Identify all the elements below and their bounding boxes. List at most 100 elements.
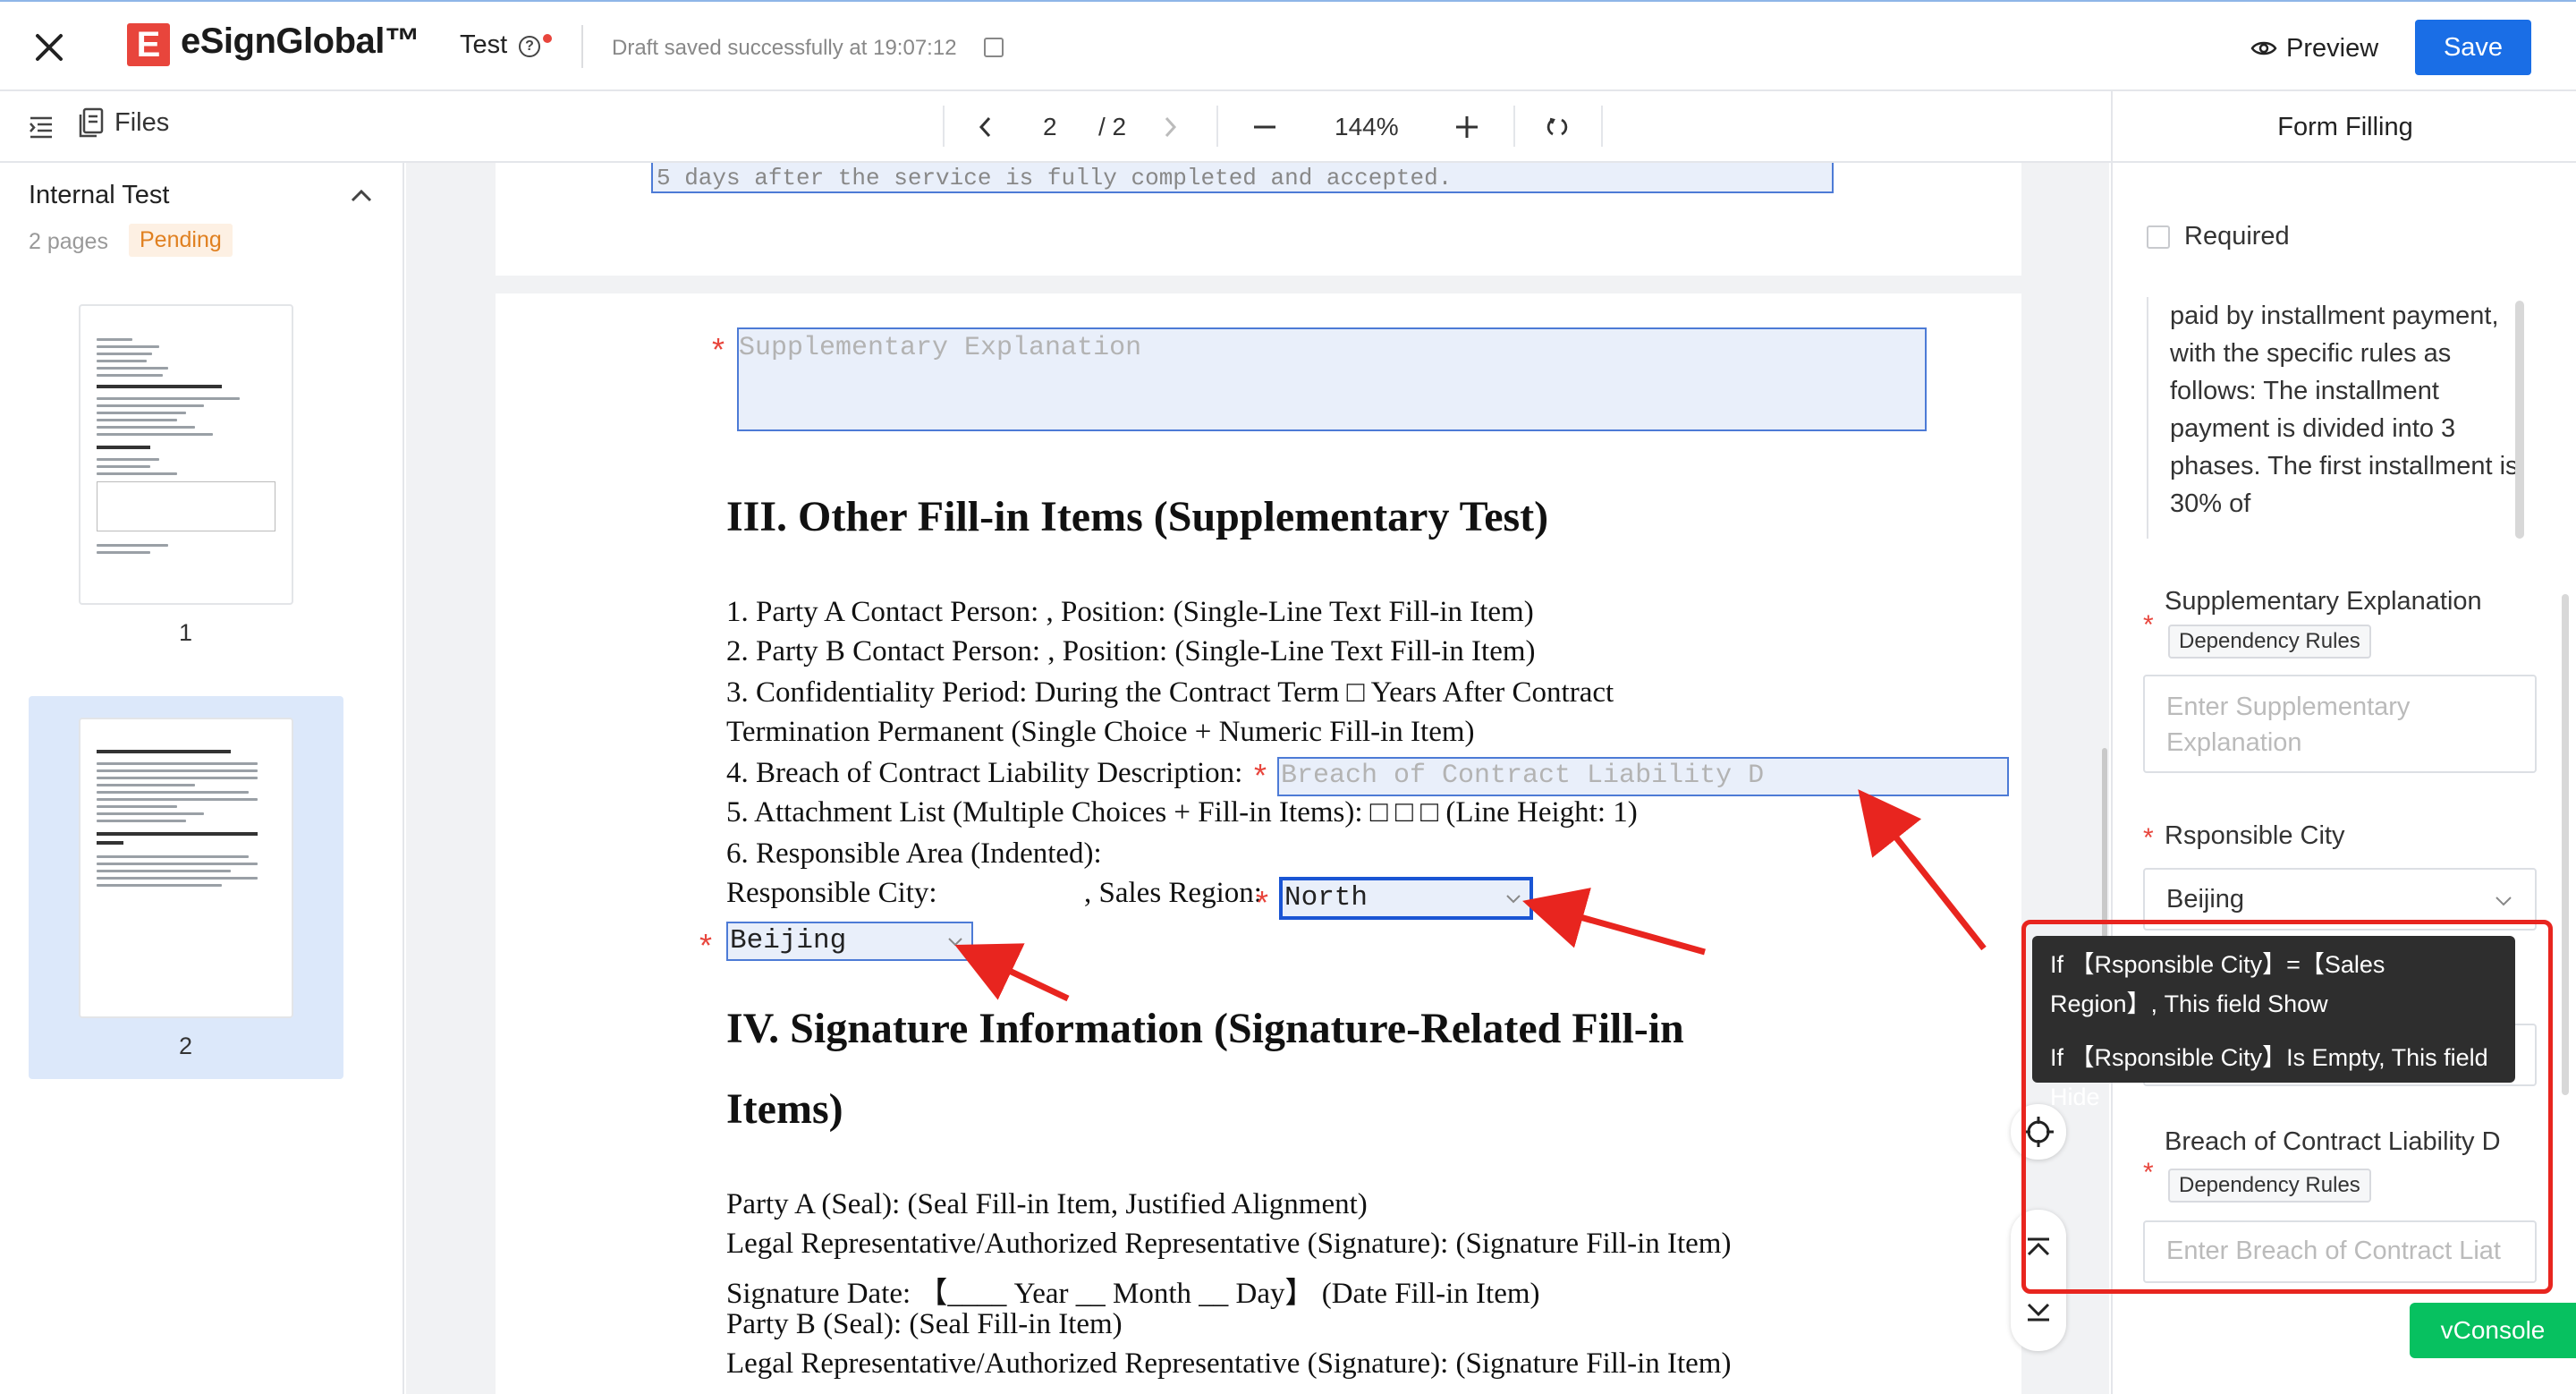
required-marker: *	[712, 331, 725, 368]
preview-label: Preview	[2286, 33, 2379, 63]
doc-line: Signature Date: 【____ Year __ Month __ D…	[726, 1278, 1540, 1310]
thumbnail-text-line	[97, 433, 213, 436]
city-label: Rsponsible City	[2165, 821, 2345, 850]
panel-title: Form Filling	[2113, 91, 2576, 163]
thumbnail-heading-line	[97, 446, 150, 449]
document-title[interactable]: Test	[460, 30, 507, 60]
required-marker: *	[1256, 884, 1269, 921]
section-heading: IV. Signature Information (Signature-Rel…	[726, 1005, 1684, 1052]
supplementary-label: Supplementary Explanation	[2165, 587, 2482, 616]
divider	[581, 25, 583, 68]
scroll-bottom-icon[interactable]	[2025, 1299, 2052, 1322]
dependency-rules-tag[interactable]: Dependency Rules	[2168, 625, 2371, 659]
required-marker: *	[699, 927, 713, 964]
chevron-left-icon[interactable]	[977, 115, 995, 140]
save-button[interactable]: Save	[2415, 20, 2531, 75]
page-number-input[interactable]: 2	[1043, 113, 1057, 141]
close-icon[interactable]	[30, 29, 68, 66]
rotate-icon[interactable]	[1546, 116, 1569, 138]
thumbnail-text-line	[97, 404, 204, 407]
chevron-down-icon	[948, 938, 962, 947]
eye-icon	[2250, 41, 2277, 55]
chevron-down-icon	[2496, 897, 2512, 906]
sales-region-select[interactable]: North	[1279, 877, 1533, 920]
brand-name: eSignGlobal™	[181, 21, 420, 61]
field-placeholder: Supplementary Explanation	[739, 333, 1142, 363]
thumbnail-text-line	[97, 784, 195, 786]
divider	[1601, 106, 1603, 147]
thumbnail-text-line	[97, 791, 249, 794]
doc-line: , Sales Region:	[1084, 877, 1262, 909]
document-scrollbar[interactable]	[2102, 748, 2107, 938]
city-select-value: Beijing	[2166, 885, 2245, 914]
brand-logo-icon: E	[127, 23, 170, 66]
chevron-down-icon	[1506, 895, 1521, 904]
page-total: / 2	[1098, 113, 1127, 140]
doc-line: Party B (Seal): (Seal Fill-in Item)	[726, 1308, 1123, 1340]
thumbnail-text-line	[97, 374, 163, 377]
preview-button[interactable]: Preview	[2250, 29, 2378, 68]
notification-dot	[543, 34, 552, 43]
thumbnail-text-line	[97, 798, 258, 801]
supplementary-input[interactable]: Enter Supplementary Explanation	[2143, 675, 2537, 773]
divider	[943, 106, 945, 147]
panel-outer-scrollbar[interactable]	[2562, 594, 2569, 1095]
thumbnail-text-line	[97, 551, 150, 554]
thumbnail-text-line	[97, 345, 159, 348]
thumbnail-text-line	[97, 397, 240, 400]
zoom-in-icon[interactable]	[1454, 115, 1479, 140]
field-content-preview: paid by installment payment, with the sp…	[2147, 297, 2533, 539]
page-thumbnail-label: 2	[179, 1033, 193, 1059]
page-thumbnail-1[interactable]	[79, 304, 293, 605]
sales-region-value: North	[1284, 882, 1368, 914]
page-thumbnail-label: 1	[179, 619, 193, 646]
file-group-title[interactable]: Internal Test	[29, 181, 169, 210]
thumbnail-text-line	[97, 762, 258, 765]
thumbnail-text-line	[97, 412, 186, 414]
draft-status-text: Draft saved successfully at 19:07:12	[612, 36, 957, 60]
document-canvas[interactable]: 5 days after the service is fully comple…	[406, 163, 2109, 1394]
doc-line: Legal Representative/Authorized Represen…	[726, 1228, 1732, 1260]
outline-menu-icon[interactable]	[27, 113, 55, 141]
breach-liability-field[interactable]: Breach of Contract Liability D	[1277, 757, 2009, 796]
thumbnail-heading-line	[97, 841, 123, 845]
panel-scrollbar[interactable]	[2515, 301, 2524, 539]
files-panel: Internal Test 2 pages Pending 1 2	[0, 163, 404, 1394]
page-thumbnail-2[interactable]	[79, 718, 293, 1018]
required-marker: *	[2143, 823, 2154, 853]
thumbnail-text-line	[97, 426, 195, 429]
thumbnail-text-line	[97, 458, 159, 461]
thumbnail-text-line	[97, 367, 168, 370]
doc-line: 5. Attachment List (Multiple Choices + F…	[726, 796, 1638, 829]
responsible-city-select[interactable]: Beijing	[726, 922, 973, 961]
doc-line: Termination Permanent (Single Choice + N…	[726, 716, 1475, 748]
thumbnail-text-line	[97, 820, 186, 822]
save-status-icon	[984, 38, 1004, 57]
thumbnail-text-line	[97, 870, 231, 872]
chevron-up-icon[interactable]	[349, 186, 374, 206]
thumbnail-text-line	[97, 769, 258, 772]
section-heading: Items)	[726, 1085, 843, 1133]
thumbnail-heading-line	[97, 385, 222, 388]
cut-off-text: 5 days after the service is fully comple…	[657, 165, 1453, 191]
top-bar: E eSignGlobal™ Test ? Draft saved succes…	[0, 0, 2576, 91]
thumbnail-text-line	[97, 863, 258, 865]
doc-line: 6. Responsible Area (Indented):	[726, 837, 1102, 870]
thumbnail-text-line	[97, 884, 222, 887]
supplementary-explanation-field[interactable]: Supplementary Explanation	[737, 327, 1927, 431]
doc-line: Party A (Seal): (Seal Fill-in Item, Just…	[726, 1188, 1368, 1220]
thumbnail-table	[97, 481, 275, 531]
required-checkbox[interactable]	[2147, 225, 2170, 249]
vconsole-button[interactable]: vConsole	[2410, 1303, 2576, 1358]
pages-count: 2 pages	[29, 229, 108, 254]
files-button[interactable]: Files	[79, 107, 169, 138]
required-marker: *	[1254, 757, 1267, 794]
zoom-out-icon[interactable]	[1252, 118, 1277, 136]
help-icon[interactable]: ?	[519, 36, 540, 57]
thumbnail-text-line	[97, 877, 258, 880]
chevron-right-icon[interactable]	[1161, 115, 1179, 140]
thumbnail-text-line	[97, 805, 177, 808]
document-page-1: 5 days after the service is fully comple…	[496, 163, 2021, 276]
zoom-level: 144%	[1335, 113, 1399, 140]
thumbnail-text-line	[97, 777, 258, 779]
